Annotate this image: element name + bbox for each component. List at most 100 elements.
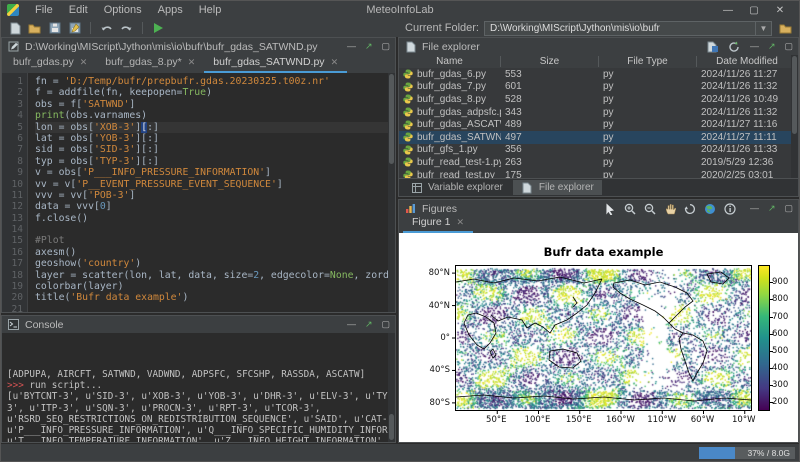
console-scrollbar[interactable]	[388, 333, 395, 442]
zoom-in-icon[interactable]	[624, 202, 637, 215]
window-maximize-button[interactable]: ▢	[741, 5, 767, 16]
console-maximize-icon[interactable]: ▢	[381, 320, 390, 329]
main-area: D:\Working\MIScript\Jython\mis\io\bufr\b…	[1, 37, 799, 443]
code-line[interactable]: v = obs['P___INFO_PRESSURE_INFORMATION']	[35, 167, 395, 178]
y-axis-tick-label: 80°S	[425, 398, 450, 408]
colorbar-tick-label: 900	[772, 277, 788, 287]
code-line[interactable]	[35, 304, 395, 312]
file-row[interactable]: bufr_read_test-1.py263py2019/5/29 12:36	[399, 156, 798, 169]
figure-canvas-area[interactable]: Bufr data example 50°E100°E150°E160°W110…	[399, 233, 798, 442]
code-line[interactable]: lat = obs['YOB-3'][:]	[35, 133, 395, 144]
editor-float-icon[interactable]: ↗	[365, 42, 373, 51]
save-icon[interactable]	[46, 21, 63, 36]
figures-float-icon[interactable]: ↗	[768, 204, 776, 213]
new-page-icon[interactable]	[706, 40, 719, 53]
code-line[interactable]: vvv = vv['POB-3']	[35, 190, 395, 201]
figures-maximize-icon[interactable]: ▢	[784, 204, 793, 213]
tab-file-explorer[interactable]: File explorer	[513, 180, 602, 195]
column-header-size[interactable]: Size	[501, 56, 599, 67]
refresh-icon[interactable]	[728, 40, 741, 53]
editor-maximize-icon[interactable]: ▢	[381, 42, 390, 51]
file-explorer-maximize-icon[interactable]: ▢	[784, 42, 793, 51]
menu-edit[interactable]: Edit	[61, 3, 96, 17]
console-output[interactable]: [ADPUPA, AIRCFT, SATWND, VADWND, ADPSFC,…	[2, 333, 395, 442]
tab-variable-explorer[interactable]: Variable explorer	[402, 180, 511, 195]
window-close-button[interactable]: ✕	[767, 5, 793, 16]
run-script-icon[interactable]	[150, 21, 167, 36]
colorbar-tick-label: 800	[772, 294, 788, 304]
browse-folder-icon[interactable]	[777, 21, 794, 36]
chevron-down-icon[interactable]: ▼	[755, 22, 771, 35]
editor-tab[interactable]: bufr_gdas_8.py*✕	[96, 54, 204, 73]
code-line[interactable]: print(obs.varnames)	[35, 110, 395, 121]
code-line[interactable]: colorbar(layer)	[35, 281, 395, 292]
new-file-icon[interactable]	[6, 21, 23, 36]
close-icon[interactable]: ✕	[457, 217, 465, 228]
file-explorer-float-icon[interactable]: ↗	[768, 42, 776, 51]
editor-scrollbar[interactable]	[388, 73, 395, 312]
code-line[interactable]: layer = scatter(lon, lat, data, size=2, …	[35, 270, 395, 281]
figures-minimize-icon[interactable]: —	[750, 204, 759, 213]
globe-icon[interactable]	[704, 202, 717, 215]
code-line[interactable]: sid = obs['SID-3'][:]	[35, 144, 395, 155]
x-axis-tick-label: 150°E	[565, 415, 593, 425]
pan-hand-icon[interactable]	[664, 202, 677, 215]
code-line[interactable]: f = addfile(fn, keepopen=True)	[35, 87, 395, 98]
console-minimize-icon[interactable]: —	[347, 320, 356, 329]
code-line[interactable]: fn = 'D:/Temp/bufr/prepbufr.gdas.2023032…	[35, 76, 395, 87]
code-editor[interactable]: 123456789101112131415161718192021 fn = '…	[2, 73, 395, 312]
redo-icon[interactable]	[118, 21, 135, 36]
file-row[interactable]: bufr_gdas_adpsfc.py343py2024/11/26 11:32	[399, 106, 798, 119]
variable-grid-icon	[410, 181, 423, 194]
close-icon[interactable]: ✕	[80, 57, 88, 68]
current-folder-combo[interactable]: D:\Working\MIScript\Jython\mis\io\bufr ▼	[484, 21, 772, 36]
menu-file[interactable]: File	[27, 3, 61, 17]
close-icon[interactable]: ✕	[331, 57, 339, 68]
window-minimize-button[interactable]: —	[715, 5, 741, 16]
info-icon[interactable]	[724, 202, 737, 215]
x-axis-tick-label: 100°E	[524, 415, 552, 425]
file-row[interactable]: bufr_gdas_8.py528py2024/11/26 10:49	[399, 93, 798, 106]
file-row[interactable]: bufr_gfs_1.py356py2024/11/26 11:33	[399, 144, 798, 157]
code-line[interactable]: data = vvv[0]	[35, 201, 395, 212]
code-line[interactable]: lon = obs['XOB-3'][:]	[35, 122, 395, 133]
code-line[interactable]: f.close()	[35, 213, 395, 224]
file-table-scrollbar[interactable]	[791, 55, 798, 178]
y-axis-tick-label: 0°	[425, 333, 450, 343]
zoom-out-icon[interactable]	[644, 202, 657, 215]
menu-options[interactable]: Options	[96, 3, 150, 17]
save-as-icon[interactable]	[66, 21, 83, 36]
editor-minimize-icon[interactable]: —	[347, 42, 356, 51]
code-line[interactable]: vv = v['P__EVENT_PRESSURE_EVENT_SEQUENCE…	[35, 179, 395, 190]
code-line[interactable]: geoshow('country')	[35, 258, 395, 269]
file-row[interactable]: bufr_gdas_7.py601py2024/11/26 11:32	[399, 81, 798, 94]
select-cursor-icon[interactable]	[604, 202, 617, 215]
close-icon[interactable]: ✕	[188, 57, 196, 68]
file-explorer-minimize-icon[interactable]: —	[750, 42, 759, 51]
open-file-icon[interactable]	[26, 21, 43, 36]
column-header-date-modified[interactable]: Date Modified	[697, 56, 798, 67]
menu-help[interactable]: Help	[191, 3, 230, 17]
code-line[interactable]: #Plot	[35, 235, 395, 246]
tab-figure-1[interactable]: Figure 1✕	[403, 214, 473, 233]
column-header-name[interactable]: Name	[399, 56, 501, 67]
column-header-file-type[interactable]: File Type	[599, 56, 697, 67]
code-line[interactable]: axesm()	[35, 247, 395, 258]
undo-icon[interactable]	[98, 21, 115, 36]
code-line[interactable]: title('Bufr data example')	[35, 292, 395, 303]
console-float-icon[interactable]: ↗	[365, 320, 373, 329]
file-row[interactable]: bufr_gdas_ASCATW.py489py2024/11/27 11:16	[399, 118, 798, 131]
file-row[interactable]: bufr_gdas_6.py553py2024/11/26 11:27	[399, 68, 798, 81]
code-line[interactable]: obs = f['SATWND']	[35, 99, 395, 110]
python-file-icon	[403, 94, 413, 104]
file-row[interactable]: bufr_read_test.py175py2020/2/25 03:01	[399, 169, 798, 178]
file-row[interactable]: bufr_gdas_SATWND.py497py2024/11/27 11:11	[399, 131, 798, 144]
menu-apps[interactable]: Apps	[150, 3, 191, 17]
code-line[interactable]: typ = obs['TYP-3'][:]	[35, 156, 395, 167]
code-line[interactable]	[35, 224, 395, 235]
rotate-icon[interactable]	[684, 202, 697, 215]
editor-tab[interactable]: bufr_gdas_SATWND.py✕	[204, 54, 347, 73]
editor-tab[interactable]: bufr_gdas.py✕	[4, 54, 96, 73]
console-line: u'RSRD_SEQ_RESTRICTIONS_ON_REDISTRIBUTIO…	[7, 414, 385, 425]
figures-title: Figures	[422, 203, 457, 215]
